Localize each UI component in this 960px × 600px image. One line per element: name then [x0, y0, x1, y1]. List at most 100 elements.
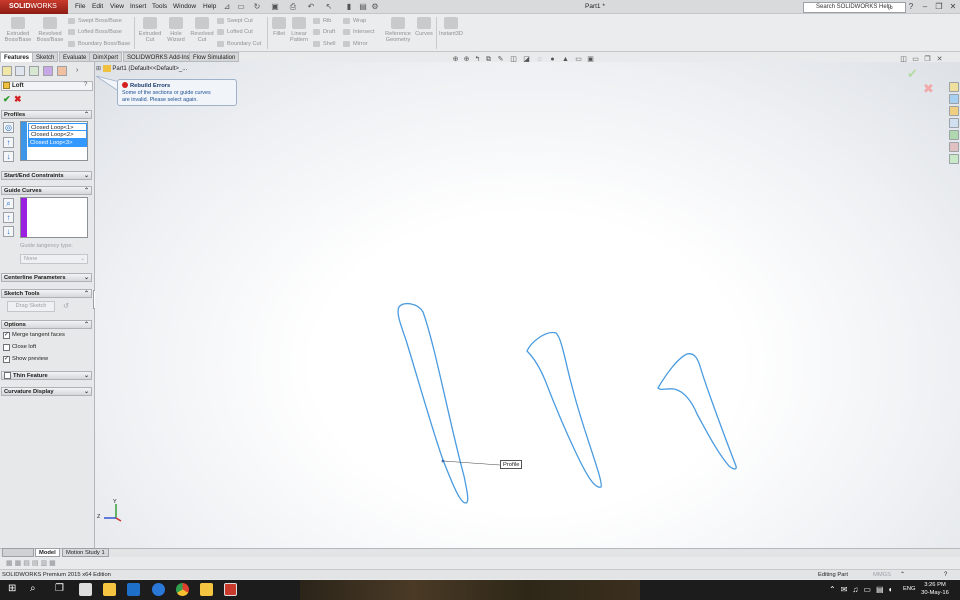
- extruded-boss-button[interactable]: Extruded Boss/Base: [3, 17, 33, 43]
- chrome-icon[interactable]: [176, 583, 189, 596]
- menu-insert[interactable]: Insert: [127, 0, 149, 14]
- menu-view[interactable]: View: [107, 0, 127, 14]
- profile-item[interactable]: Closed Loop<2>: [28, 131, 87, 139]
- closed-loop-2[interactable]: [526, 331, 602, 488]
- hole-wizard-button[interactable]: Hole Wizard: [164, 17, 188, 43]
- move-down-icon[interactable]: ↓: [3, 226, 14, 237]
- menu-edit[interactable]: Edit: [89, 0, 106, 14]
- appearances-icon[interactable]: [949, 130, 959, 140]
- design-library-icon[interactable]: [949, 94, 959, 104]
- units-label[interactable]: MMGS: [873, 571, 891, 580]
- system-tray-icons[interactable]: ⌃✉♫▭▤◐: [829, 583, 898, 596]
- status-help-icon[interactable]: ?: [944, 571, 947, 580]
- profile-connector-point[interactable]: [441, 459, 445, 463]
- undo-sketch-drag-icon[interactable]: ↺: [60, 301, 72, 312]
- sketch-tools-header[interactable]: Sketch Tools ⌃: [1, 289, 92, 298]
- new-document-icon[interactable]: ▭: [236, 2, 246, 12]
- show-preview-checkbox[interactable]: ✓: [3, 356, 10, 363]
- search-taskbar-icon[interactable]: ⌕: [30, 582, 36, 596]
- thin-feature-header[interactable]: Thin Feature ⌄: [1, 371, 92, 380]
- drag-sketch-button[interactable]: Drag Sketch: [7, 301, 55, 312]
- tab-solidworks-addins[interactable]: SOLIDWORKS Add-Ins: [123, 52, 194, 62]
- hide-show-icon[interactable]: ◌: [535, 55, 544, 64]
- options-icon[interactable]: ⚙: [370, 2, 380, 12]
- menu-window[interactable]: Window: [170, 0, 199, 14]
- start-end-constraints-header[interactable]: Start/End Constraints ⌄: [1, 171, 92, 180]
- taskbar-clock[interactable]: 3:26 PM 30-May-16: [915, 581, 955, 597]
- merge-tangent-checkbox[interactable]: ✓: [3, 332, 10, 339]
- confirm-cancel-icon[interactable]: ✖: [923, 82, 934, 96]
- undo-icon[interactable]: ↶: [306, 2, 316, 12]
- tab-model[interactable]: Model: [35, 548, 60, 557]
- section-view-icon[interactable]: ⧉: [484, 55, 493, 64]
- viewport-restore-icon[interactable]: ❐: [923, 55, 932, 64]
- dynamic-annotation-icon[interactable]: ✎: [496, 55, 505, 64]
- menu-file[interactable]: File: [72, 0, 88, 14]
- open-icon[interactable]: ↻: [252, 2, 262, 12]
- file-explorer-taskbar-icon[interactable]: [103, 583, 116, 596]
- tab-flow-simulation[interactable]: Flow Simulation: [189, 52, 240, 62]
- file-properties-icon[interactable]: ▤: [358, 2, 368, 12]
- solidworks-taskbar-icon[interactable]: [224, 583, 237, 596]
- viewport-minimize-icon[interactable]: ▭: [911, 55, 920, 64]
- search-magnifier-icon[interactable]: ⌕: [889, 2, 899, 13]
- shell-button[interactable]: Shell: [313, 40, 335, 48]
- display-style-icon[interactable]: ◪: [522, 55, 531, 64]
- draft-button[interactable]: Draft: [313, 28, 335, 36]
- restore-icon[interactable]: ❐: [932, 0, 946, 14]
- confirm-check-icon[interactable]: ✔: [907, 67, 918, 81]
- close-window-icon[interactable]: ✕: [946, 0, 960, 14]
- guide-curves-section-header[interactable]: Guide Curves ⌃: [1, 186, 92, 195]
- boundary-boss-button[interactable]: Boundary Boss/Base: [68, 40, 130, 48]
- file-explorer-icon[interactable]: [949, 106, 959, 116]
- guide-curves-listbox[interactable]: [20, 197, 88, 238]
- minimize-icon[interactable]: –: [918, 0, 932, 14]
- edit-appearance-icon[interactable]: ●: [548, 55, 557, 64]
- closed-loop-3[interactable]: [657, 353, 737, 470]
- swept-boss-button[interactable]: Swept Boss/Base: [68, 17, 122, 25]
- tab-scroll-arrows[interactable]: [2, 548, 34, 557]
- outlook-icon[interactable]: [127, 583, 140, 596]
- move-down-icon[interactable]: ↓: [3, 151, 14, 162]
- ok-check-icon[interactable]: ✔: [3, 94, 11, 104]
- screen-capture-icon[interactable]: ▣: [586, 55, 595, 64]
- swept-cut-button[interactable]: Swept Cut: [217, 17, 253, 25]
- cancel-x-icon[interactable]: ✖: [14, 94, 22, 104]
- linear-pattern-button[interactable]: Linear Pattern: [288, 17, 310, 43]
- solidworks-forum-icon[interactable]: [949, 154, 959, 164]
- language-indicator[interactable]: ENG: [903, 583, 916, 596]
- configuration-manager-icon[interactable]: [29, 66, 39, 76]
- task-view-icon[interactable]: ❐: [55, 582, 64, 596]
- tab-motion-study[interactable]: Motion Study 1: [62, 548, 109, 557]
- tab-features[interactable]: Features: [0, 52, 34, 62]
- profiles-section-header[interactable]: Profiles ⌃: [1, 110, 92, 119]
- move-up-icon[interactable]: ↑: [3, 137, 14, 148]
- zoom-to-fit-icon[interactable]: ⊕: [451, 55, 460, 64]
- view-settings-icon[interactable]: ▭: [574, 55, 583, 64]
- profile-item[interactable]: Closed Loop<1>: [28, 123, 87, 131]
- extruded-cut-button[interactable]: Extruded Cut: [136, 17, 164, 43]
- print-icon[interactable]: ⎙: [288, 2, 298, 12]
- tab-evaluate[interactable]: Evaluate: [59, 52, 91, 62]
- wrap-button[interactable]: Wrap: [343, 17, 366, 25]
- help-icon[interactable]: ?: [84, 82, 87, 88]
- tab-sketch[interactable]: Sketch: [32, 52, 59, 62]
- property-manager-icon[interactable]: [15, 66, 25, 76]
- start-windows-icon[interactable]: ⊞: [8, 582, 16, 596]
- save-icon[interactable]: ▣: [270, 2, 280, 12]
- feature-manager-icon[interactable]: [2, 66, 12, 76]
- curves-button[interactable]: Curves: [414, 17, 434, 37]
- filter-icons[interactable]: ▦▦▤▤▥▦: [6, 559, 76, 568]
- tab-dimxpert[interactable]: DimXpert: [89, 52, 123, 62]
- view-palette-icon[interactable]: [949, 118, 959, 128]
- lofted-cut-button[interactable]: Lofted Cut: [217, 28, 253, 36]
- display-manager-icon[interactable]: [57, 66, 67, 76]
- panel-expand-icon[interactable]: ›: [76, 67, 78, 74]
- rib-button[interactable]: Rib: [313, 17, 331, 25]
- folder-taskbar-icon[interactable]: [200, 583, 213, 596]
- viewport-close-icon[interactable]: ✕: [935, 55, 944, 64]
- profiles-listbox[interactable]: Closed Loop<1> Closed Loop<2> Closed Loo…: [20, 121, 88, 161]
- view-orientation-icon[interactable]: ◫: [509, 55, 518, 64]
- guide-tangency-select[interactable]: None ⌄: [20, 254, 88, 264]
- feature-tree-flyout[interactable]: ⊞ Part1 (Default<<Default>_...: [96, 64, 187, 74]
